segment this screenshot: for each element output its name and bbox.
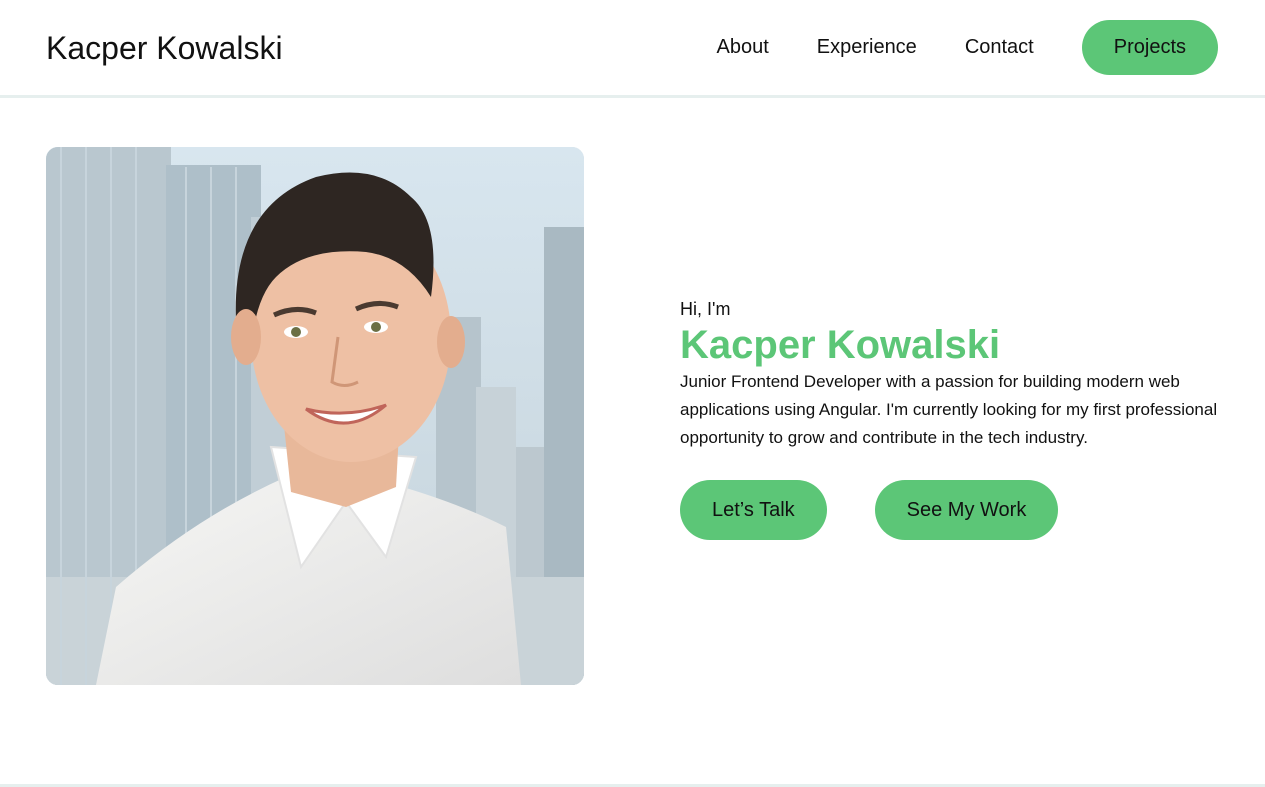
main-nav: About Experience Contact Projects xyxy=(716,20,1218,75)
hero-bio: Junior Frontend Developer with a passion… xyxy=(680,372,1218,447)
nav-about-link[interactable]: About xyxy=(716,36,768,59)
hero-greeting: Hi, I'm xyxy=(680,299,731,319)
see-my-work-button[interactable]: See My Work xyxy=(874,480,1059,540)
hero-intro: Hi, I'm Kacper Kowalski Junior Frontend … xyxy=(680,298,1220,452)
hero-actions: Let’s Talk See My Work xyxy=(680,480,1106,540)
brand-name[interactable]: Kacper Kowalski xyxy=(46,29,283,67)
site-header: Kacper Kowalski About Experience Contact… xyxy=(0,0,1265,98)
nav-contact-link[interactable]: Contact xyxy=(965,36,1034,59)
lets-talk-button[interactable]: Let’s Talk xyxy=(680,480,827,540)
nav-projects-button[interactable]: Projects xyxy=(1081,20,1218,75)
profile-photo xyxy=(46,147,584,685)
hero-name: Kacper Kowalski xyxy=(680,323,1001,367)
nav-experience-link[interactable]: Experience xyxy=(817,36,917,59)
